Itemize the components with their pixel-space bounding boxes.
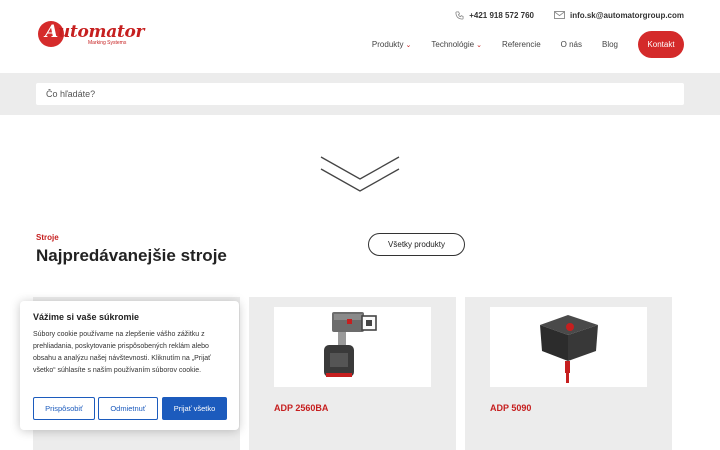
product-name: ADP 2560BA (274, 403, 329, 413)
email-address: info.sk@automatorgroup.com (569, 10, 684, 20)
printer-adp-5090-image (540, 315, 598, 383)
nav-label: Technológie (431, 40, 475, 49)
contact-button[interactable]: Kontakt (638, 31, 684, 58)
product-image (274, 307, 431, 387)
accept-all-cookies-button[interactable]: Prijať všetko (162, 397, 227, 420)
page: Automator Marking Systems +421 918 572 7… (0, 0, 720, 450)
main-nav: Produkty ⌄ Technológie ⌄ Referencie O nás … (352, 31, 684, 58)
nav-label: Produkty (371, 40, 404, 49)
phone-link[interactable]: +421 918 572 760 (455, 11, 534, 20)
nav-label: O nás (560, 40, 582, 49)
site-header: Automator Marking Systems +421 918 572 7… (0, 0, 720, 73)
cookie-title: Vážime si vaše súkromie (33, 312, 140, 322)
email-link[interactable]: info.sk@automatorgroup.com (554, 11, 684, 20)
contact-bar: +421 918 572 760 info.sk@automatorgroup.… (435, 9, 684, 21)
customize-cookies-button[interactable]: Prispôsobiť (33, 397, 95, 420)
logo-subtitle: Marking Systems (88, 40, 127, 46)
chevron-down-icon: ⌄ (405, 41, 412, 49)
section-eyebrow: Stroje (36, 233, 59, 242)
chevron-down-icon: ⌄ (476, 41, 482, 49)
scroll-down-chevron-icon[interactable] (320, 155, 400, 193)
nav-item-technologie[interactable]: Technológie ⌄ (431, 40, 482, 49)
cookie-text: Súbory cookie používame na zlepšenie váš… (33, 331, 211, 374)
all-products-button[interactable]: Všetky produkty (368, 233, 465, 256)
product-name: ADP 5090 (490, 403, 532, 413)
reject-cookies-button[interactable]: Odmietnuť (98, 397, 158, 420)
phone-icon (455, 10, 464, 20)
product-card[interactable]: ADP 5090 (465, 297, 672, 450)
search-box (36, 83, 684, 105)
nav-item-referencie[interactable]: Referencie (502, 40, 541, 49)
section-title: Najpredávanejšie stroje (36, 246, 227, 265)
automator-logo[interactable]: Automator Marking Systems (38, 20, 145, 50)
search-band (0, 73, 720, 115)
cookie-consent-dialog: Vážime si vaše súkromie Súbory cookie po… (20, 301, 239, 430)
printer-adp-2560ba-image (324, 312, 377, 377)
mail-icon (554, 11, 565, 19)
product-card[interactable]: ADP 2560BA (249, 297, 456, 450)
phone-number: +421 918 572 760 (469, 10, 534, 20)
product-image (490, 307, 647, 387)
search-input[interactable] (36, 83, 684, 105)
nav-label: Blog (601, 40, 618, 49)
nav-item-produkty[interactable]: Produkty ⌄ (372, 40, 411, 49)
logo-wordmark: Automator (45, 22, 145, 42)
nav-label: Referencie (501, 40, 541, 49)
nav-item-o-nas[interactable]: O nás (561, 40, 582, 49)
nav-item-blog[interactable]: Blog (602, 40, 618, 49)
